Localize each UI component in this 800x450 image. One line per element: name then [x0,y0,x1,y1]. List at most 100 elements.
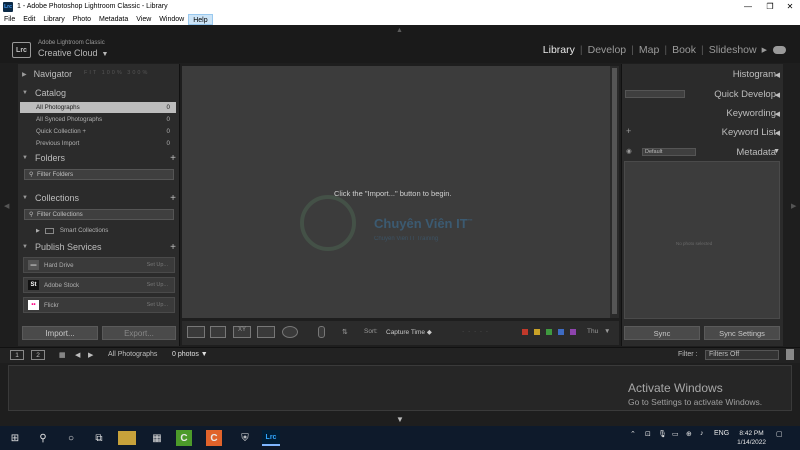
notifications-icon[interactable]: ▢ [776,430,783,438]
collapse-left-triangle-icon[interactable]: ◀ [775,91,780,99]
right-panel-toggle-icon[interactable]: ▶ [791,202,796,210]
compare-view-icon[interactable]: XY [233,326,251,338]
module-slideshow[interactable]: Slideshow [704,44,762,56]
maximize-button[interactable]: ❐ [759,0,781,13]
filmstrip-toggle-icon[interactable]: ▼ [396,415,404,424]
add-keyword-icon[interactable]: + [626,126,631,136]
network-icon[interactable]: ⊕ [686,430,692,438]
volume-icon[interactable]: ♪ [700,430,704,437]
color-label-purple[interactable] [570,329,576,335]
module-develop[interactable]: Develop [583,44,632,56]
color-label-yellow[interactable] [534,329,540,335]
lightroom-taskbar-icon[interactable]: Lrc [262,430,280,446]
smart-collections-item[interactable]: ▶ Smart Collections [36,227,108,234]
histogram-header[interactable]: Histogram [733,69,776,80]
collapse-left-triangle-icon[interactable]: ◀ [775,129,780,137]
camtasia-icon[interactable]: C [176,430,192,446]
add-publish-service-icon[interactable]: + [170,242,176,253]
toolbar-options-icon[interactable]: ▼ [604,328,610,335]
security-shield-icon[interactable]: ⛨ [234,428,256,448]
tray-overflow-icon[interactable]: ⌃ [630,430,636,438]
recorder-icon[interactable]: C [206,430,222,446]
keywording-header[interactable]: Keywording [726,108,776,119]
catalog-row-quick-collection[interactable]: Quick Collection + 0 [20,126,176,137]
task-view-icon[interactable]: ⧉ [88,428,110,448]
import-button[interactable]: Import... [22,326,98,340]
filmstrip-source[interactable]: All Photographs [108,351,157,358]
filter-collections-input[interactable]: ⚲ Filter Collections [24,209,174,220]
publish-service-flickr[interactable]: •• Flickr Set Up... [23,297,175,313]
metadata-header[interactable]: Metadata [736,147,776,158]
menu-metadata[interactable]: Metadata [95,14,132,25]
collections-header[interactable]: ▼ Collections + [22,191,178,205]
color-label-blue[interactable] [558,329,564,335]
color-label-green[interactable] [546,329,552,335]
publish-services-header[interactable]: ▼ Publish Services + [22,240,178,254]
painter-icon[interactable] [318,326,325,338]
metadata-preset-dropdown[interactable]: Default [642,148,696,156]
collapse-left-triangle-icon[interactable]: ◀ [775,71,780,79]
sync-button[interactable]: Sync [624,326,700,340]
top-panel-toggle-icon[interactable]: ▲ [396,27,403,34]
filter-folders-input[interactable]: ⚲ Filter Folders [24,169,174,180]
photo-count-dropdown[interactable]: 0 photos ▼ [172,351,208,358]
folders-header[interactable]: ▼ Folders + [22,151,178,165]
publish-service-adobe-stock[interactable]: St Adobe Stock Set Up... [23,277,175,293]
grid-view-icon[interactable] [187,326,205,338]
menu-help[interactable]: Help [188,13,213,25]
cortana-icon[interactable]: ○ [60,428,82,448]
menu-photo[interactable]: Photo [69,14,95,25]
publish-service-hard-drive[interactable]: ▬ Hard Drive Set Up... [23,257,175,273]
input-language[interactable]: ENG [714,430,729,437]
module-library[interactable]: Library [538,44,580,56]
sort-value-dropdown[interactable]: Capture Time ◆ [386,328,432,336]
add-collection-icon[interactable]: + [170,193,176,204]
back-arrow-icon[interactable]: ◀ [75,351,80,359]
taskbar-clock[interactable]: 8:42 PM 1/14/2022 [737,429,766,447]
file-explorer-icon[interactable] [118,431,136,445]
color-label-red[interactable] [522,329,528,335]
cloud-sync-icon[interactable] [773,46,786,54]
filter-dropdown[interactable]: Filters Off [705,350,779,360]
menu-file[interactable]: File [0,14,19,25]
windows-start-icon[interactable]: ⊞ [4,428,26,448]
tray-display-icon[interactable]: ▭ [672,430,679,438]
sync-settings-button[interactable]: Sync Settings [704,326,780,340]
minimize-button[interactable]: — [737,0,759,13]
survey-view-icon[interactable] [257,326,275,338]
menu-library[interactable]: Library [39,14,68,25]
service-setup-link[interactable]: Set Up... [147,282,168,288]
sort-direction-icon[interactable]: ⇅ [342,328,348,336]
module-map[interactable]: Map [634,44,664,56]
catalog-row-previous-import[interactable]: Previous Import 0 [20,138,176,149]
secondary-display-button[interactable]: 2 [31,350,45,360]
grid-scrollbar-thumb[interactable] [612,68,617,314]
left-panel-toggle-icon[interactable]: ◀ [4,202,9,210]
keyword-list-header[interactable]: Keyword List [722,127,776,138]
metadata-eye-icon[interactable]: ◉ [626,147,632,155]
loupe-view-icon[interactable] [210,326,226,338]
add-folder-icon[interactable]: + [170,153,176,164]
menu-window[interactable]: Window [155,14,188,25]
more-modules-icon[interactable]: ▶ [762,46,767,54]
export-button[interactable]: Export... [102,326,176,340]
microphone-icon[interactable]: 🎙 [658,430,667,438]
catalog-row-all-synced[interactable]: All Synced Photographs 0 [20,114,176,125]
brand-cloud[interactable]: Creative Cloud ▼ [38,48,108,58]
primary-display-button[interactable]: 1 [10,350,24,360]
people-view-icon[interactable] [282,326,298,338]
menu-edit[interactable]: Edit [19,14,39,25]
tray-app-icon[interactable]: ⊡ [645,430,651,438]
catalog-header[interactable]: ▼ Catalog [22,86,178,100]
quick-develop-preset[interactable] [625,90,685,98]
collapse-down-triangle-icon[interactable]: ▼ [773,148,780,155]
service-setup-link[interactable]: Set Up... [147,262,168,268]
catalog-row-all-photographs[interactable]: All Photographs 0 [20,102,176,113]
app-icon-grid[interactable]: ▦ [146,428,168,448]
forward-arrow-icon[interactable]: ▶ [88,351,93,359]
search-icon[interactable]: ⚲ [32,428,54,448]
quick-develop-header[interactable]: Quick Develop [714,89,776,100]
close-button[interactable]: ✕ [779,0,800,13]
collapse-left-triangle-icon[interactable]: ◀ [775,110,780,118]
navigator-zoom-options[interactable]: FIT 100% 300% [84,70,149,76]
